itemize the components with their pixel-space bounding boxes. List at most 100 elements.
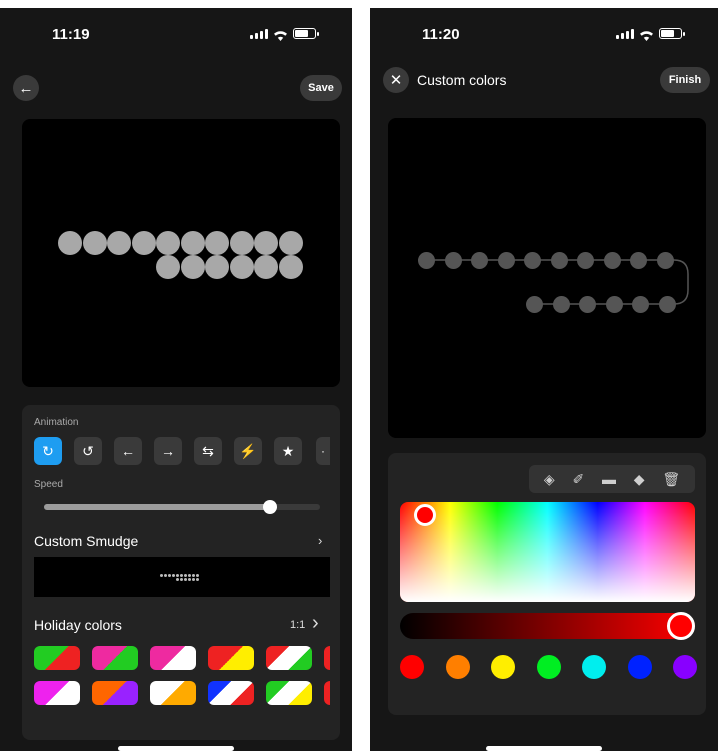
holiday-swatch[interactable] [34, 646, 80, 670]
led-dot [605, 296, 623, 313]
pill-shape-icon[interactable]: ▬ [602, 471, 616, 487]
led-dot [58, 231, 82, 255]
led-dot [205, 231, 229, 255]
status-bar: 11:19 [0, 8, 352, 52]
preset-color[interactable] [536, 655, 561, 679]
paint-bucket-icon[interactable]: ◈ [544, 471, 555, 488]
home-indicator [118, 746, 234, 751]
preset-color[interactable] [673, 655, 697, 679]
speed-slider-thumb[interactable] [263, 500, 278, 514]
animation-option[interactable]: ↺ [74, 437, 102, 465]
home-indicator [486, 746, 602, 751]
shade-slider-thumb[interactable] [667, 612, 695, 640]
preset-color[interactable] [627, 655, 652, 679]
lightning-icon: ⚡ [239, 442, 257, 459]
chevron-right-icon[interactable]: › [312, 612, 319, 635]
preset-color[interactable] [445, 655, 470, 679]
led-dot [156, 231, 180, 255]
speed-slider[interactable] [44, 500, 320, 514]
smudge-dot [184, 574, 187, 577]
status-bar: 11:20 [370, 8, 718, 52]
led-dot [229, 231, 254, 255]
color-editor-panel: ◈ ✐ ▬ ◆ 🗑 [388, 453, 706, 715]
smudge-dot [160, 574, 163, 577]
led-dot [526, 296, 543, 313]
chevron-right-icon[interactable]: › [318, 533, 322, 548]
smudge-dot [192, 574, 195, 577]
led-dot [107, 231, 131, 255]
preset-color[interactable] [491, 655, 515, 679]
color-spectrum[interactable] [400, 502, 695, 602]
led-dot [471, 252, 488, 269]
led-dot [632, 296, 649, 313]
battery-icon [293, 28, 319, 39]
ratio-label: 1:1 [290, 619, 306, 631]
led-dot [579, 296, 596, 313]
animation-option[interactable]: ★ [274, 437, 302, 465]
led-dot [418, 252, 435, 269]
holiday-swatch[interactable] [92, 681, 138, 705]
signal-icon [616, 28, 634, 39]
preset-color[interactable] [582, 655, 606, 679]
holiday-colors-title: Holiday colors [34, 617, 122, 633]
save-button[interactable]: Save [300, 75, 342, 101]
arrow-right-icon: → [161, 443, 175, 459]
holiday-swatch[interactable] [92, 646, 138, 670]
phone-screen-custom-colors: 11:20 ✕ Custom colors Finish ◈ ✐ ▬ ◆ 🗑 [370, 8, 718, 751]
led-dot [656, 252, 674, 269]
arrow-left-icon: ← [18, 79, 34, 97]
smudge-dot [184, 578, 187, 581]
led-dot [180, 231, 205, 255]
animation-option[interactable]: → [154, 437, 182, 465]
rotate-ccw-icon: ↺ [82, 442, 94, 459]
shade-slider[interactable] [400, 612, 695, 640]
animation-option[interactable]: ← [114, 437, 142, 465]
tool-bar: ◈ ✐ ▬ ◆ 🗑 [529, 465, 695, 493]
brush-icon[interactable]: ✐ [572, 471, 584, 488]
back-button[interactable]: ← [13, 75, 39, 101]
finish-button[interactable]: Finish [660, 67, 710, 93]
led-dot [550, 252, 568, 269]
smudge-dot [172, 574, 175, 577]
eraser-icon[interactable]: ◆ [634, 471, 645, 488]
smudge-dot [180, 578, 183, 581]
led-dot [156, 255, 180, 279]
smudge-dot [180, 574, 183, 577]
led-dot [603, 252, 621, 269]
led-dot [630, 252, 647, 269]
speed-slider-fill [44, 504, 271, 510]
holiday-swatch[interactable] [324, 681, 330, 705]
led-dot [180, 255, 205, 279]
wifi-icon [273, 28, 288, 41]
holiday-swatch[interactable] [266, 646, 312, 670]
led-wire [418, 259, 689, 305]
holiday-swatch[interactable] [208, 646, 254, 670]
signal-icon [250, 28, 268, 39]
animation-option[interactable]: ↻ [34, 437, 62, 465]
smudge-dot [176, 578, 179, 581]
spectrum-picker[interactable] [414, 504, 436, 526]
led-dot [552, 296, 570, 313]
animation-option-more[interactable]: · [316, 437, 330, 465]
holiday-swatch[interactable] [324, 646, 330, 670]
led-preview [388, 118, 706, 438]
preset-color[interactable] [400, 655, 424, 679]
trash-icon[interactable]: 🗑 [662, 471, 680, 488]
led-dot [131, 231, 156, 255]
battery-icon [659, 28, 685, 39]
led-dot [82, 231, 107, 255]
led-dot [497, 252, 515, 269]
holiday-swatch[interactable] [208, 681, 254, 705]
holiday-swatch[interactable] [266, 681, 312, 705]
custom-smudge-preview[interactable] [34, 557, 330, 597]
speed-label: Speed [34, 479, 63, 490]
close-button[interactable]: ✕ [383, 67, 409, 93]
arrow-left-icon: ← [121, 443, 135, 459]
animation-option[interactable]: ⚡ [234, 437, 262, 465]
holiday-swatch[interactable] [150, 646, 196, 670]
holiday-swatch[interactable] [34, 681, 80, 705]
holiday-swatch[interactable] [150, 681, 196, 705]
animation-option[interactable]: ⇆ [194, 437, 222, 465]
smudge-dot [188, 574, 191, 577]
led-dot [577, 252, 594, 269]
